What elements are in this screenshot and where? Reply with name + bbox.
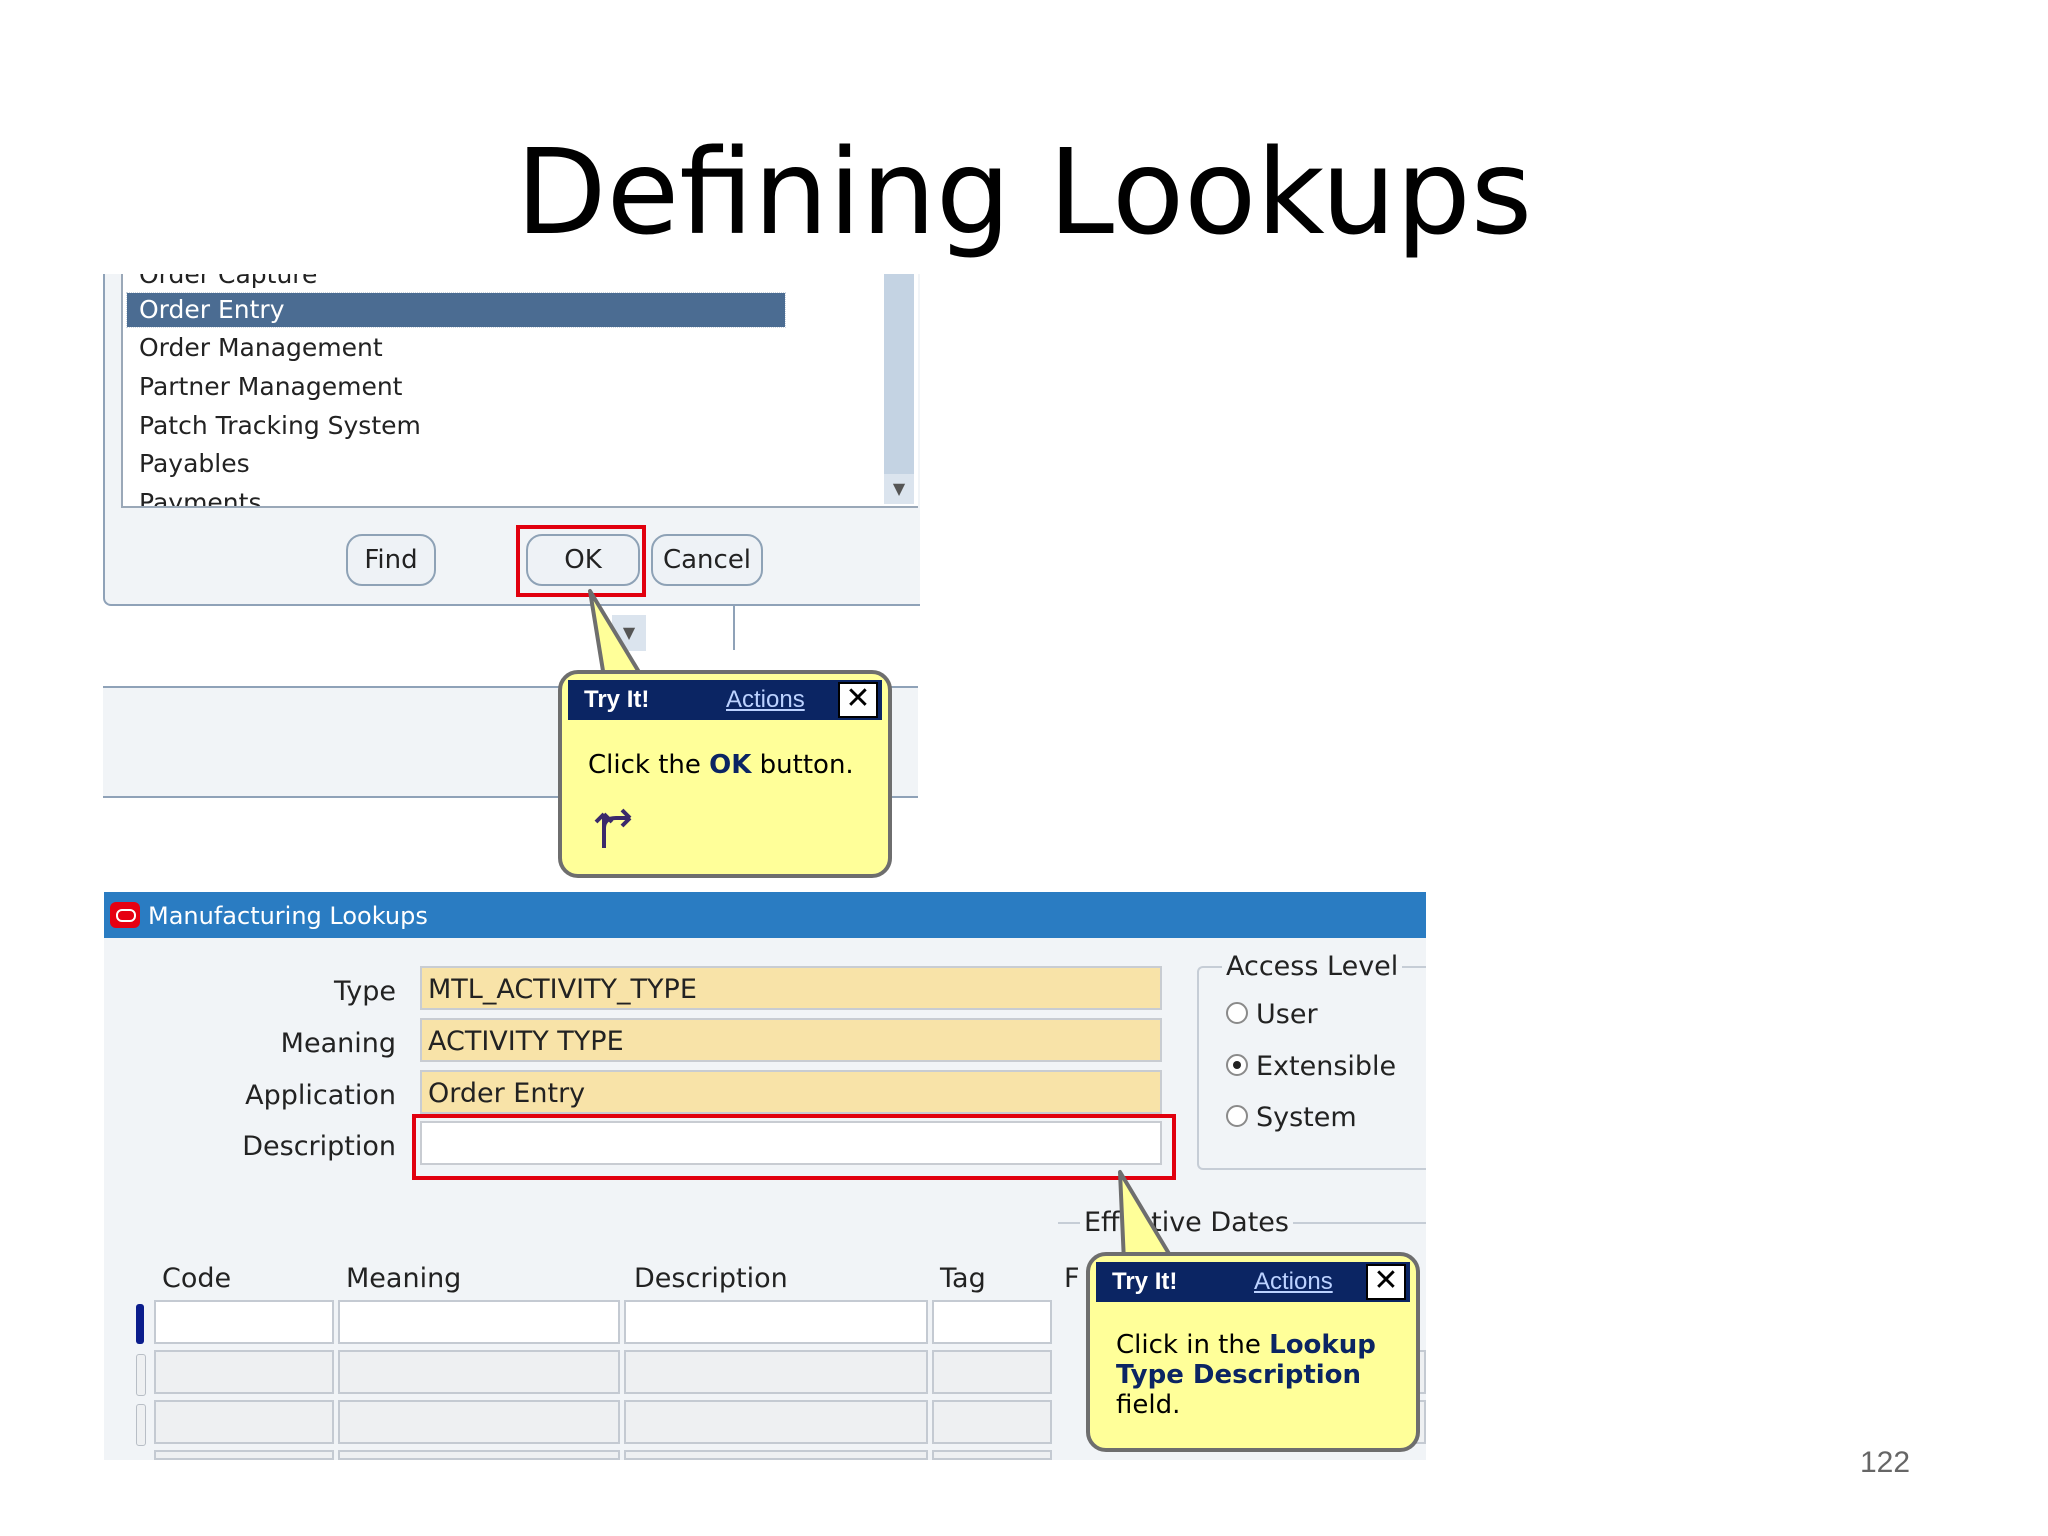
meaning-label: Meaning [280, 1028, 396, 1059]
tag-cell[interactable] [932, 1300, 1052, 1344]
type-label: Type [333, 976, 396, 1007]
description-field-highlight [412, 1114, 1176, 1180]
radio-button[interactable] [1226, 1104, 1248, 1127]
code-cell[interactable] [154, 1350, 334, 1394]
slide-title: Defining Lookups [515, 123, 1533, 261]
callout-title: Try It! [1112, 1268, 1178, 1295]
actions-link[interactable]: Actions [726, 680, 805, 720]
oracle-window-icon [110, 902, 140, 928]
list-item[interactable]: Partner Management [139, 370, 403, 404]
access-level-system-radio[interactable]: System [1226, 1101, 1357, 1135]
meaning-field[interactable]: ACTIVITY TYPE [420, 1018, 1162, 1062]
column-header-from: F [1064, 1263, 1080, 1294]
access-level-legend: Access Level [1222, 950, 1403, 984]
callout-title: Try It! [584, 686, 650, 713]
find-button[interactable]: Find [346, 534, 436, 586]
callout-pointer [1118, 1170, 1176, 1264]
access-level-user-radio[interactable]: User [1226, 998, 1318, 1032]
access-level-extensible-radio[interactable]: Extensible [1226, 1050, 1396, 1084]
close-icon[interactable]: ✕ [838, 682, 878, 718]
description-label: Description [242, 1131, 396, 1162]
code-cell[interactable] [154, 1300, 334, 1344]
try-it-callout-ok: Try It! Actions ✕ Click the OK button. [558, 670, 892, 878]
description-cell[interactable] [624, 1450, 928, 1460]
column-header-meaning: Meaning [346, 1263, 462, 1294]
list-scrollbar[interactable] [884, 274, 914, 504]
type-field[interactable]: MTL_ACTIVITY_TYPE [420, 966, 1162, 1010]
tag-cell[interactable] [932, 1350, 1052, 1394]
callout-header: Try It! Actions ✕ [568, 680, 882, 720]
application-label: Application [245, 1080, 396, 1111]
code-cell[interactable] [154, 1450, 334, 1460]
column-header-code: Code [162, 1263, 232, 1294]
try-it-callout-description: Try It! Actions ✕ Click in the Lookup Ty… [1086, 1252, 1420, 1452]
code-cell[interactable] [154, 1400, 334, 1444]
list-item[interactable]: Payables [139, 447, 250, 481]
description-cell[interactable] [624, 1400, 928, 1444]
application-list: Order Capture Order Entry Order Manageme… [121, 274, 918, 508]
list-item-selected[interactable]: Order Entry [126, 292, 786, 328]
radio-button-checked[interactable] [1226, 1053, 1248, 1076]
description-cell[interactable] [624, 1350, 928, 1394]
description-cell[interactable] [624, 1300, 928, 1344]
row-indicator[interactable] [136, 1404, 146, 1446]
close-icon[interactable]: ✕ [1366, 1264, 1406, 1300]
cancel-button[interactable]: Cancel [651, 534, 763, 586]
meaning-cell[interactable] [338, 1450, 620, 1460]
branch-arrow-icon [594, 808, 632, 848]
meaning-cell[interactable] [338, 1300, 620, 1344]
column-header-description: Description [634, 1263, 788, 1294]
list-item[interactable]: Order Capture [139, 274, 317, 292]
row-indicator[interactable] [136, 1354, 146, 1396]
callout-header: Try It! Actions ✕ [1096, 1262, 1410, 1302]
callout-pointer [588, 589, 644, 679]
actions-link[interactable]: Actions [1254, 1262, 1333, 1302]
page-number: 122 [1860, 1446, 1911, 1479]
list-item[interactable]: Patch Tracking System [139, 409, 421, 443]
meaning-cell[interactable] [338, 1350, 620, 1394]
current-row-indicator[interactable] [136, 1304, 144, 1344]
column-header-tag: Tag [940, 1263, 986, 1294]
list-item[interactable]: Payments [139, 486, 261, 506]
tag-cell[interactable] [932, 1400, 1052, 1444]
scroll-down-icon[interactable]: ▼ [884, 474, 914, 504]
application-field[interactable]: Order Entry [420, 1070, 1162, 1114]
window-title: Manufacturing Lookups [148, 902, 428, 930]
divider [733, 606, 735, 650]
tag-cell[interactable] [932, 1450, 1052, 1460]
radio-button[interactable] [1226, 1001, 1248, 1024]
callout-instruction: Click in the Lookup Type Description fie… [1116, 1330, 1376, 1420]
meaning-cell[interactable] [338, 1400, 620, 1444]
callout-instruction: Click the OK button. [588, 750, 854, 780]
list-item[interactable]: Order Management [139, 331, 383, 365]
